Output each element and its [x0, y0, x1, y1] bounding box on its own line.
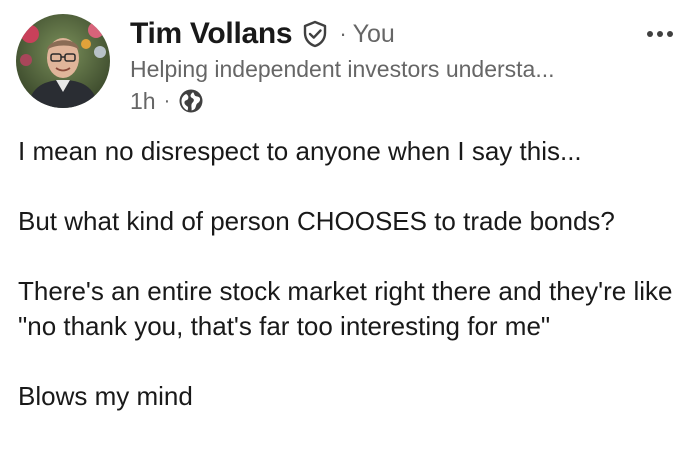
author-headline: Helping independent investors understa..… — [130, 56, 555, 82]
author-avatar[interactable] — [16, 14, 110, 108]
more-dot — [657, 31, 663, 37]
meta-separator: · — [163, 90, 171, 112]
post-paragraph: There's an entire stock market right the… — [18, 276, 673, 341]
more-dot — [667, 31, 673, 37]
avatar-photo — [16, 14, 110, 108]
verified-shield-icon — [301, 20, 329, 48]
post-meta: 1h · — [130, 86, 204, 116]
more-options-icon[interactable] — [640, 22, 680, 46]
name-separator: · — [339, 21, 347, 46]
post-body: I mean no disrespect to anyone when I sa… — [18, 134, 688, 414]
post-time: 1h — [130, 88, 156, 114]
post-paragraph: But what kind of person CHOOSES to trade… — [18, 206, 615, 236]
relation-label: You — [352, 19, 395, 48]
more-dot — [647, 31, 653, 37]
globe-icon — [178, 88, 204, 114]
post-card: Tim Vollans · You Helping independent in… — [0, 0, 696, 462]
post-paragraph: Blows my mind — [18, 381, 193, 411]
post-paragraph: I mean no disrespect to anyone when I sa… — [18, 136, 582, 166]
author-name-row: Tim Vollans · You — [130, 14, 395, 54]
author-name[interactable]: Tim Vollans — [130, 17, 293, 51]
